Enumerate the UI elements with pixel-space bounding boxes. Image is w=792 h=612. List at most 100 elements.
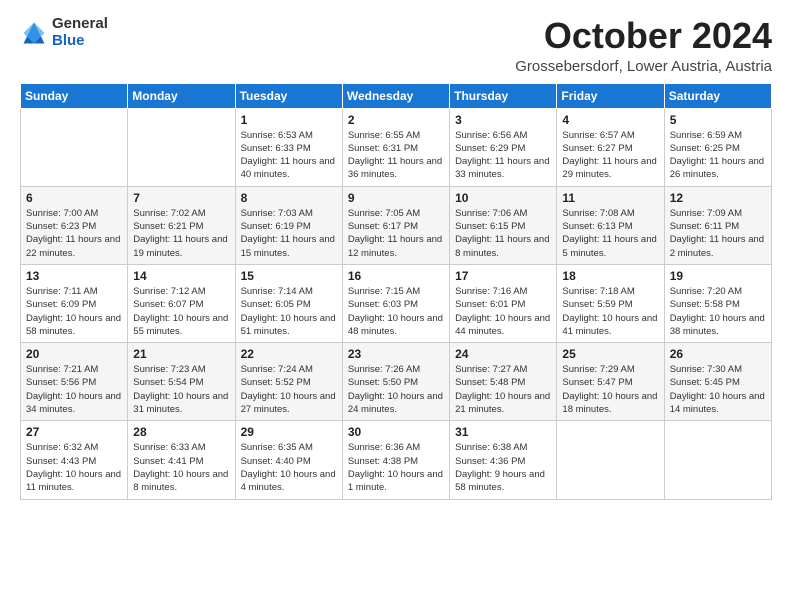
calendar-cell — [21, 108, 128, 186]
day-info: Sunrise: 7:15 AM Sunset: 6:03 PM Dayligh… — [348, 285, 444, 338]
day-info: Sunrise: 6:35 AM Sunset: 4:40 PM Dayligh… — [241, 441, 337, 494]
month-title: October 2024 — [515, 16, 772, 56]
calendar-week: 6 Sunrise: 7:00 AM Sunset: 6:23 PM Daylig… — [21, 186, 772, 264]
day-info: Sunrise: 7:02 AM Sunset: 6:21 PM Dayligh… — [133, 207, 229, 260]
day-info: Sunrise: 6:53 AM Sunset: 6:33 PM Dayligh… — [241, 129, 337, 182]
calendar-week: 13Sunrise: 7:11 AM Sunset: 6:09 PM Dayli… — [21, 264, 772, 342]
logo: General Blue — [20, 16, 108, 49]
day-info: Sunrise: 7:06 AM Sunset: 6:15 PM Dayligh… — [455, 207, 551, 260]
calendar-cell — [128, 108, 235, 186]
calendar-cell: 24Sunrise: 7:27 AM Sunset: 5:48 PM Dayli… — [450, 343, 557, 421]
calendar-cell: 29 Sunrise: 6:35 AM Sunset: 4:40 PM Dayli… — [235, 421, 342, 499]
calendar-cell: 30 Sunrise: 6:36 AM Sunset: 4:38 PM Dayli… — [342, 421, 449, 499]
day-info: Sunrise: 6:57 AM Sunset: 6:27 PM Dayligh… — [562, 129, 658, 182]
day-number: 29 — [241, 425, 337, 439]
header-day: Tuesday — [235, 83, 342, 108]
calendar-cell — [664, 421, 771, 499]
day-info: Sunrise: 6:33 AM Sunset: 4:41 PM Dayligh… — [133, 441, 229, 494]
page: General Blue October 2024 Grossebersdorf… — [0, 0, 792, 612]
day-info: Sunrise: 7:00 AM Sunset: 6:23 PM Dayligh… — [26, 207, 122, 260]
calendar-table: SundayMondayTuesdayWednesdayThursdayFrid… — [20, 83, 772, 500]
header-day: Monday — [128, 83, 235, 108]
header-day: Saturday — [664, 83, 771, 108]
day-info: Sunrise: 7:14 AM Sunset: 6:05 PM Dayligh… — [241, 285, 337, 338]
day-number: 15 — [241, 269, 337, 283]
day-number: 12 — [670, 191, 766, 205]
day-number: 3 — [455, 113, 551, 127]
day-number: 28 — [133, 425, 229, 439]
calendar-cell: 23 Sunrise: 7:26 AM Sunset: 5:50 PM Dayli… — [342, 343, 449, 421]
calendar-cell: 8Sunrise: 7:03 AM Sunset: 6:19 PM Daylig… — [235, 186, 342, 264]
calendar-cell: 17 Sunrise: 7:16 AM Sunset: 6:01 PM Dayli… — [450, 264, 557, 342]
calendar-cell: 11 Sunrise: 7:08 AM Sunset: 6:13 PM Dayli… — [557, 186, 664, 264]
day-number: 4 — [562, 113, 658, 127]
day-info: Sunrise: 7:26 AM Sunset: 5:50 PM Dayligh… — [348, 363, 444, 416]
day-number: 10 — [455, 191, 551, 205]
day-info: Sunrise: 6:38 AM Sunset: 4:36 PM Dayligh… — [455, 441, 551, 494]
day-number: 6 — [26, 191, 122, 205]
day-info: Sunrise: 7:09 AM Sunset: 6:11 PM Dayligh… — [670, 207, 766, 260]
calendar-cell: 12 Sunrise: 7:09 AM Sunset: 6:11 PM Dayli… — [664, 186, 771, 264]
day-number: 18 — [562, 269, 658, 283]
calendar-cell: 2Sunrise: 6:55 AM Sunset: 6:31 PM Daylig… — [342, 108, 449, 186]
day-number: 27 — [26, 425, 122, 439]
calendar-cell: 10 Sunrise: 7:06 AM Sunset: 6:15 PM Dayli… — [450, 186, 557, 264]
calendar-cell: 4 Sunrise: 6:57 AM Sunset: 6:27 PM Daylig… — [557, 108, 664, 186]
calendar-cell: 1Sunrise: 6:53 AM Sunset: 6:33 PM Daylig… — [235, 108, 342, 186]
day-info: Sunrise: 7:05 AM Sunset: 6:17 PM Dayligh… — [348, 207, 444, 260]
day-info: Sunrise: 6:36 AM Sunset: 4:38 PM Dayligh… — [348, 441, 444, 494]
calendar-cell: 26Sunrise: 7:30 AM Sunset: 5:45 PM Dayli… — [664, 343, 771, 421]
day-info: Sunrise: 7:20 AM Sunset: 5:58 PM Dayligh… — [670, 285, 766, 338]
calendar-week: 20Sunrise: 7:21 AM Sunset: 5:56 PM Dayli… — [21, 343, 772, 421]
day-number: 7 — [133, 191, 229, 205]
calendar-cell: 3 Sunrise: 6:56 AM Sunset: 6:29 PM Daylig… — [450, 108, 557, 186]
day-number: 31 — [455, 425, 551, 439]
day-info: Sunrise: 7:03 AM Sunset: 6:19 PM Dayligh… — [241, 207, 337, 260]
calendar-header: SundayMondayTuesdayWednesdayThursdayFrid… — [21, 83, 772, 108]
day-number: 2 — [348, 113, 444, 127]
calendar-cell: 6 Sunrise: 7:00 AM Sunset: 6:23 PM Daylig… — [21, 186, 128, 264]
header-day: Sunday — [21, 83, 128, 108]
day-number: 5 — [670, 113, 766, 127]
day-number: 9 — [348, 191, 444, 205]
calendar-cell: 14Sunrise: 7:12 AM Sunset: 6:07 PM Dayli… — [128, 264, 235, 342]
day-info: Sunrise: 6:59 AM Sunset: 6:25 PM Dayligh… — [670, 129, 766, 182]
day-info: Sunrise: 7:16 AM Sunset: 6:01 PM Dayligh… — [455, 285, 551, 338]
calendar-body: 1Sunrise: 6:53 AM Sunset: 6:33 PM Daylig… — [21, 108, 772, 499]
calendar-cell: 13Sunrise: 7:11 AM Sunset: 6:09 PM Dayli… — [21, 264, 128, 342]
day-info: Sunrise: 7:08 AM Sunset: 6:13 PM Dayligh… — [562, 207, 658, 260]
calendar-cell: 28 Sunrise: 6:33 AM Sunset: 4:41 PM Dayli… — [128, 421, 235, 499]
calendar-cell: 19Sunrise: 7:20 AM Sunset: 5:58 PM Dayli… — [664, 264, 771, 342]
day-number: 17 — [455, 269, 551, 283]
day-number: 11 — [562, 191, 658, 205]
location-title: Grossebersdorf, Lower Austria, Austria — [515, 58, 772, 75]
day-info: Sunrise: 7:18 AM Sunset: 5:59 PM Dayligh… — [562, 285, 658, 338]
calendar-cell: 25Sunrise: 7:29 AM Sunset: 5:47 PM Dayli… — [557, 343, 664, 421]
calendar-cell — [557, 421, 664, 499]
header-row: SundayMondayTuesdayWednesdayThursdayFrid… — [21, 83, 772, 108]
calendar-cell: 18 Sunrise: 7:18 AM Sunset: 5:59 PM Dayli… — [557, 264, 664, 342]
calendar-cell: 9 Sunrise: 7:05 AM Sunset: 6:17 PM Daylig… — [342, 186, 449, 264]
day-number: 23 — [348, 347, 444, 361]
logo-general: General — [52, 16, 108, 33]
calendar-cell: 16Sunrise: 7:15 AM Sunset: 6:03 PM Dayli… — [342, 264, 449, 342]
calendar-cell: 15 Sunrise: 7:14 AM Sunset: 6:05 PM Dayli… — [235, 264, 342, 342]
day-number: 22 — [241, 347, 337, 361]
day-number: 30 — [348, 425, 444, 439]
header-day: Wednesday — [342, 83, 449, 108]
day-number: 14 — [133, 269, 229, 283]
calendar-week: 1Sunrise: 6:53 AM Sunset: 6:33 PM Daylig… — [21, 108, 772, 186]
calendar-cell: 21Sunrise: 7:23 AM Sunset: 5:54 PM Dayli… — [128, 343, 235, 421]
day-info: Sunrise: 6:56 AM Sunset: 6:29 PM Dayligh… — [455, 129, 551, 182]
day-info: Sunrise: 7:24 AM Sunset: 5:52 PM Dayligh… — [241, 363, 337, 416]
title-block: October 2024 Grossebersdorf, Lower Austr… — [515, 16, 772, 75]
logo-blue: Blue — [52, 33, 108, 50]
header-day: Friday — [557, 83, 664, 108]
day-number: 24 — [455, 347, 551, 361]
day-number: 13 — [26, 269, 122, 283]
day-number: 21 — [133, 347, 229, 361]
calendar-cell: 5 Sunrise: 6:59 AM Sunset: 6:25 PM Daylig… — [664, 108, 771, 186]
calendar-cell: 31 Sunrise: 6:38 AM Sunset: 4:36 PM Dayli… — [450, 421, 557, 499]
day-info: Sunrise: 7:29 AM Sunset: 5:47 PM Dayligh… — [562, 363, 658, 416]
day-info: Sunrise: 7:21 AM Sunset: 5:56 PM Dayligh… — [26, 363, 122, 416]
